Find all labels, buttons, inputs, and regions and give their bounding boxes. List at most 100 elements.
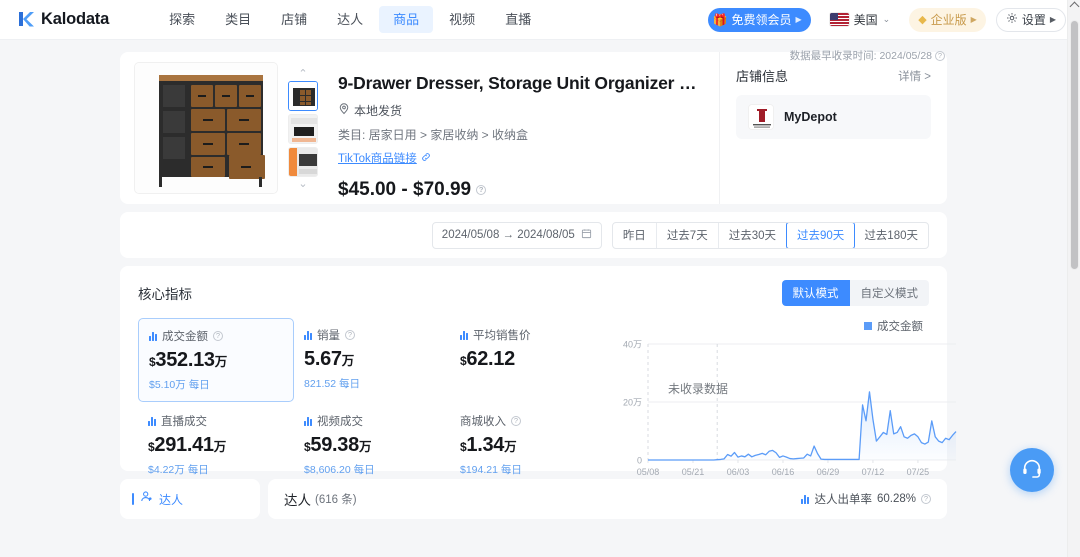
chart-legend[interactable]: 成交金额 [864,318,923,334]
free-membership-label: 免费领会员 [731,13,792,27]
page-scrollbar[interactable] [1067,0,1080,557]
nav-item-product[interactable]: 商品 [379,6,434,33]
metric-label: 商城收入 [460,416,506,428]
date-preset-7d[interactable]: 过去7天 [657,222,719,248]
settings-button[interactable]: 设置 ▶ [995,7,1066,32]
diamond-icon: ◆ [918,14,927,26]
brand-logo[interactable]: Kalodata [16,10,109,29]
metric-label: 视频成交 [317,416,363,428]
enterprise-button[interactable]: ◆ 企业版 ▶ [909,7,986,32]
product-thumbnail-2[interactable] [288,114,318,144]
metric-label-row: 平均销售价 [460,327,596,343]
chevron-right-icon: ▶ [1049,15,1056,24]
gear-icon [1006,12,1018,27]
scrollbar-thumb[interactable] [1070,20,1079,270]
metric-number: 59.38 [310,434,359,456]
metric-subvalue: $8,606.20 每日 [304,464,375,476]
scroll-up-arrow-icon[interactable] [1069,1,1080,12]
metric-number: 62.12 [466,348,515,370]
top-header: Kalodata 探索 类目 店铺 达人 商品 视频 直播 🎁 免费领会员 ▶ … [0,0,1080,40]
metric-subvalue: $5.10万 每日 [149,379,210,391]
mode-custom-button[interactable]: 自定义模式 [849,280,929,306]
metric-subvalue: $4.22万 每日 [148,464,209,476]
metric-card-avg-price[interactable]: 平均销售价 $62.12 [450,318,606,402]
metric-unit: 万 [504,440,517,454]
metric-card-grid: 成交金额 ? $352.13万 $5.10万 每日 销量 ? 5.67万 821… [138,318,606,486]
nav-item-shop[interactable]: 店铺 [267,6,321,33]
product-thumbnail-1[interactable] [288,81,318,111]
product-main-image[interactable] [134,62,278,194]
help-icon[interactable]: ? [921,494,931,504]
chevron-down-icon[interactable]: ⌄ [298,179,307,190]
enterprise-label: 企业版 [930,13,967,27]
nav-item-video[interactable]: 视频 [435,6,489,33]
nav-item-live[interactable]: 直播 [491,6,545,33]
metric-number: 352.13 [155,349,215,371]
date-preset-180d[interactable]: 过去180天 [854,223,928,248]
tiktok-product-link[interactable]: TikTok商品链接 [338,150,431,166]
nav-item-explore[interactable]: 探索 [155,6,209,33]
help-icon[interactable]: ? [511,416,521,426]
product-thumbnail-3[interactable] [288,147,318,177]
metric-card-mall-revenue[interactable]: 商城收入 ? $1.34万 $194.21 每日 [450,404,606,486]
active-indicator [132,493,134,505]
mode-default-button[interactable]: 默认模式 [781,280,850,306]
country-selector[interactable]: 美国 ⌄ [821,8,900,32]
shop-detail-link[interactable]: 详情 > [898,68,931,84]
help-icon[interactable]: ? [935,50,945,61]
help-icon[interactable]: ? [345,330,355,340]
date-preset-yesterday[interactable]: 昨日 [613,222,657,248]
product-section: 数据最早收录时间: 2024/05/28 ? ⌃ ⌄ 9-Drawer Dres… [120,50,947,204]
product-price-value: $45.00 - $70.99 [338,179,472,200]
metrics-mode-toggle: 默认模式 自定义模式 [781,280,929,306]
metric-card-live-gmv[interactable]: 直播成交 $291.41万 $4.22万 每日 [138,404,294,486]
chevron-up-icon[interactable]: ⌃ [298,69,307,80]
metric-label-row: 成交金额 ? [149,328,283,344]
metric-unit: 万 [213,440,227,454]
svg-text:40万: 40万 [623,340,642,350]
header-actions: 🎁 免费领会员 ▶ 美国 ⌄ ◆ 企业版 ▶ 设置 ▶ [707,7,1066,32]
chevron-right-icon: ▶ [970,15,977,24]
page-content: 数据最早收录时间: 2024/05/28 ? ⌃ ⌄ 9-Drawer Dres… [0,40,1067,557]
shop-row[interactable]: MyDepot [736,95,931,139]
metric-value: $1.34万 [460,434,596,457]
creator-order-rate-label: 达人出单率 [814,494,872,506]
metric-card-video-gmv[interactable]: 视频成交 $59.38万 $8,606.20 每日 [294,404,450,486]
nav-item-category[interactable]: 类目 [211,6,265,33]
settings-label: 设置 [1021,13,1046,27]
shop-info-title: 店铺信息 [736,69,789,84]
metric-card-gmv[interactable]: 成交金额 ? $352.13万 $5.10万 每日 [138,318,294,402]
metric-label: 成交金额 [162,331,208,343]
free-membership-button[interactable]: 🎁 免费领会员 ▶ [707,7,811,32]
us-flag-icon [829,13,849,26]
help-icon[interactable]: ? [476,185,487,195]
date-preset-30d[interactable]: 过去30天 [719,222,788,248]
product-title: 9-Drawer Dresser, Storage Unit Organizer… [338,73,703,93]
app-window: Kalodata 探索 类目 店铺 达人 商品 视频 直播 🎁 免费领会员 ▶ … [0,0,1080,557]
metric-number: 291.41 [154,434,214,456]
metric-card-sales-volume[interactable]: 销量 ? 5.67万 821.52 每日 [294,318,450,402]
creator-icon [140,490,153,508]
date-range-picker[interactable]: 2024/05/08 → 2024/08/05 [431,221,602,249]
svg-text:06/29: 06/29 [817,467,840,477]
core-metrics-card: 核心指标 默认模式 自定义模式 成交金额 ? $352.13万 $5.10万 每… [120,266,957,477]
svg-text:07/25: 07/25 [907,467,930,477]
metric-unit: 万 [214,355,228,369]
metric-number: 1.34 [466,434,505,456]
metric-label-row: 视频成交 [304,413,440,429]
mydepot-logo-icon [748,104,774,130]
nav-item-creator[interactable]: 达人 [323,6,377,33]
metric-subvalue: $194.21 每日 [460,464,522,476]
bar-chart-icon [304,330,312,340]
support-chat-button[interactable] [1010,448,1054,492]
metric-label: 平均销售价 [473,330,531,342]
date-preset-90d[interactable]: 过去90天 [786,222,856,248]
shipping-info: 本地发货 [338,102,703,119]
product-card: ⌃ ⌄ 9-Drawer Dresser, Storage Unit Organ… [120,52,947,204]
metric-label-row: 直播成交 [148,413,284,429]
svg-text:0: 0 [637,456,642,466]
help-icon[interactable]: ? [213,331,223,341]
gift-icon: 🎁 [712,12,728,27]
creator-panel-title: 达人 [284,493,311,508]
tiktok-link-label: TikTok商品链接 [338,153,417,165]
